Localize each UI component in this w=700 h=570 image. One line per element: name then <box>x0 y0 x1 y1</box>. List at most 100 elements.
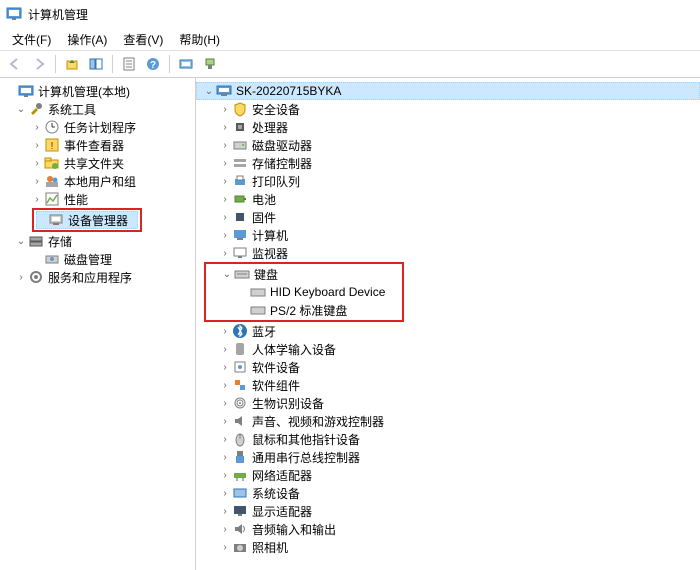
node-services[interactable]: › 服务和应用程序 <box>0 268 195 286</box>
node-bluetooth[interactable]: ›蓝牙 <box>196 322 700 340</box>
expander-icon[interactable]: › <box>30 156 44 170</box>
node-monitor[interactable]: ›监视器 <box>196 244 700 262</box>
expander-icon[interactable]: ⌄ <box>202 84 216 98</box>
node-audioio[interactable]: ›音频输入和输出 <box>196 520 700 538</box>
node-cpu[interactable]: ›处理器 <box>196 118 700 136</box>
svg-text:?: ? <box>150 60 156 71</box>
node-sysdev[interactable]: ›系统设备 <box>196 484 700 502</box>
chip-icon <box>232 209 248 225</box>
node-computer[interactable]: ›计算机 <box>196 226 700 244</box>
node-label: 人体学输入设备 <box>252 341 336 358</box>
menu-file[interactable]: 文件(F) <box>4 29 59 50</box>
node-label: 网络适配器 <box>252 467 312 484</box>
node-usb[interactable]: ›通用串行总线控制器 <box>196 448 700 466</box>
disk-icon <box>44 251 60 267</box>
expander-icon[interactable]: › <box>218 324 232 338</box>
node-label: 性能 <box>64 191 88 208</box>
left-tree[interactable]: 计算机管理(本地) ⌄ 系统工具 › 任务计划程序 › ! 事件查看器 › 共享… <box>0 78 196 570</box>
node-storage[interactable]: ⌄ 存储 <box>0 232 195 250</box>
speaker-icon <box>232 413 248 429</box>
node-camera[interactable]: ›照相机 <box>196 538 700 556</box>
expander-icon[interactable]: › <box>218 432 232 446</box>
expander-icon[interactable]: ⌄ <box>220 267 234 281</box>
device-button[interactable] <box>199 53 221 75</box>
expander-icon[interactable]: › <box>30 120 44 134</box>
hdd-icon <box>232 137 248 153</box>
back-button[interactable] <box>4 53 26 75</box>
node-softcomp[interactable]: ›软件组件 <box>196 376 700 394</box>
node-display[interactable]: ›显示适配器 <box>196 502 700 520</box>
expander-icon[interactable]: › <box>218 414 232 428</box>
node-systools[interactable]: ⌄ 系统工具 <box>0 100 195 118</box>
scan-button[interactable] <box>175 53 197 75</box>
up-button[interactable] <box>61 53 83 75</box>
expander-icon[interactable]: › <box>218 156 232 170</box>
sysdev-icon <box>232 485 248 501</box>
node-diskdrive[interactable]: ›磁盘驱动器 <box>196 136 700 154</box>
node-diskmgr[interactable]: 磁盘管理 <box>0 250 195 268</box>
expander-icon[interactable]: › <box>14 270 28 284</box>
expander-icon[interactable]: › <box>218 378 232 392</box>
help-button[interactable]: ? <box>142 53 164 75</box>
node-share[interactable]: › 共享文件夹 <box>0 154 195 172</box>
main-panel: 计算机管理(本地) ⌄ 系统工具 › 任务计划程序 › ! 事件查看器 › 共享… <box>0 78 700 570</box>
node-event[interactable]: › ! 事件查看器 <box>0 136 195 154</box>
expander-icon[interactable]: › <box>218 102 232 116</box>
node-storagectrl[interactable]: ›存储控制器 <box>196 154 700 172</box>
expander-icon[interactable]: › <box>218 246 232 260</box>
node-keyboard[interactable]: ⌄键盘 <box>208 265 400 283</box>
node-battery[interactable]: ›电池 <box>196 190 700 208</box>
node-network[interactable]: › 网络适配器 <box>196 466 700 484</box>
expander-icon[interactable]: › <box>218 228 232 242</box>
node-devmgr[interactable]: 设备管理器 <box>36 211 138 229</box>
node-audiovideo[interactable]: ›声音、视频和游戏控制器 <box>196 412 700 430</box>
node-hid[interactable]: › 人体学输入设备 <box>196 340 700 358</box>
forward-button[interactable] <box>28 53 50 75</box>
node-computer-root[interactable]: ⌄ SK-20220715BYKA <box>196 82 700 100</box>
node-printqueue[interactable]: ›打印队列 <box>196 172 700 190</box>
app-icon <box>6 6 22 22</box>
devmgr-icon <box>48 212 64 228</box>
node-kb-hid[interactable]: HID Keyboard Device <box>208 283 400 301</box>
menu-help[interactable]: 帮助(H) <box>171 29 228 50</box>
expander-icon[interactable]: ⌄ <box>14 234 28 248</box>
expander-icon[interactable]: › <box>30 138 44 152</box>
menu-action[interactable]: 操作(A) <box>59 29 115 50</box>
right-tree[interactable]: ⌄ SK-20220715BYKA › 安全设备 ›处理器 ›磁盘驱动器 ›存储控… <box>196 78 700 570</box>
expander-icon[interactable]: › <box>218 486 232 500</box>
node-kb-ps2[interactable]: PS/2 标准键盘 <box>208 301 400 319</box>
node-users[interactable]: › 本地用户和组 <box>0 172 195 190</box>
expander-icon[interactable]: › <box>30 192 44 206</box>
expander-icon[interactable]: › <box>218 192 232 206</box>
node-biometric[interactable]: ›生物识别设备 <box>196 394 700 412</box>
expander-icon[interactable] <box>4 84 18 98</box>
expander-icon[interactable]: ⌄ <box>14 102 28 116</box>
expander-icon[interactable]: › <box>218 342 232 356</box>
show-hide-button[interactable] <box>85 53 107 75</box>
expander-icon[interactable]: › <box>218 138 232 152</box>
node-mouse[interactable]: ›鼠标和其他指针设备 <box>196 430 700 448</box>
expander-icon[interactable]: › <box>30 174 44 188</box>
node-task[interactable]: › 任务计划程序 <box>0 118 195 136</box>
highlight-devmgr: 设备管理器 <box>32 208 142 232</box>
expander-icon[interactable]: › <box>218 504 232 518</box>
node-label: 安全设备 <box>252 101 300 118</box>
monitor-icon <box>232 245 248 261</box>
node-perf[interactable]: › 性能 <box>0 190 195 208</box>
node-security[interactable]: › 安全设备 <box>196 100 700 118</box>
expander-icon[interactable]: › <box>218 396 232 410</box>
node-softdev[interactable]: ›软件设备 <box>196 358 700 376</box>
expander-icon[interactable]: › <box>218 540 232 554</box>
bluetooth-icon <box>232 323 248 339</box>
expander-icon[interactable]: › <box>218 468 232 482</box>
expander-icon[interactable]: › <box>218 360 232 374</box>
expander-icon[interactable]: › <box>218 174 232 188</box>
properties-button[interactable] <box>118 53 140 75</box>
expander-icon[interactable]: › <box>218 210 232 224</box>
menu-view[interactable]: 查看(V) <box>115 29 171 50</box>
node-firmware[interactable]: ›固件 <box>196 208 700 226</box>
expander-icon[interactable]: › <box>218 522 232 536</box>
expander-icon[interactable]: › <box>218 450 232 464</box>
node-root-local[interactable]: 计算机管理(本地) <box>0 82 195 100</box>
expander-icon[interactable]: › <box>218 120 232 134</box>
